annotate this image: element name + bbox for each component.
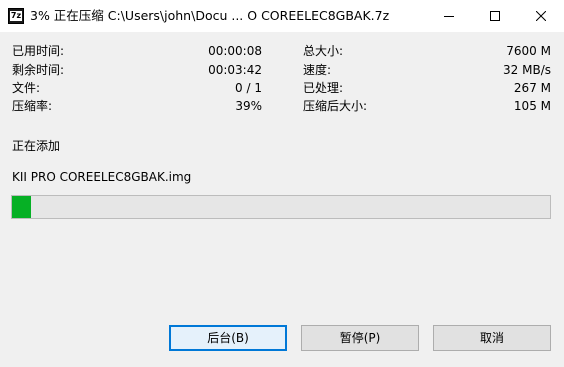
files-row: 文件: 0 / 1 xyxy=(12,80,262,97)
files-value: 0 / 1 xyxy=(235,81,262,95)
compression-ratio-row: 压缩率: 39% xyxy=(12,98,262,115)
current-file-name: KII PRO COREELEC8GBAK.img xyxy=(12,170,192,184)
minimize-icon xyxy=(444,16,454,17)
total-size-value: 7600 M xyxy=(506,44,551,58)
compressed-size-value: 105 M xyxy=(513,99,551,113)
files-label: 文件: xyxy=(12,81,41,95)
pause-button[interactable]: 暂停(P) xyxy=(301,325,419,351)
7zip-app-icon[interactable]: 7z xyxy=(8,8,24,24)
compression-ratio-value: 39% xyxy=(235,99,262,113)
processed-label: 已处理: xyxy=(303,81,344,95)
compress-progress-window: 7z 3% 正在压缩 C:\Users\john\Docu ... O CORE… xyxy=(0,0,564,367)
window-title: 3% 正在压缩 C:\Users\john\Docu ... O COREELE… xyxy=(30,8,390,23)
progress-bar-fill xyxy=(12,196,31,218)
progress-bar xyxy=(11,195,551,219)
background-button[interactable]: 后台(B) xyxy=(169,325,287,351)
close-icon xyxy=(536,11,546,21)
close-button[interactable] xyxy=(518,0,564,32)
maximize-button[interactable] xyxy=(472,0,518,32)
maximize-icon xyxy=(490,11,500,21)
remaining-time-label: 剩余时间: xyxy=(12,63,65,77)
processed-value: 267 M xyxy=(513,81,551,95)
title-bar[interactable]: 7z 3% 正在压缩 C:\Users\john\Docu ... O CORE… xyxy=(0,0,564,32)
elapsed-time-label: 已用时间: xyxy=(12,44,65,58)
minimize-button[interactable] xyxy=(426,0,472,32)
total-size-row: 总大小: 7600 M xyxy=(303,43,551,60)
remaining-time-row: 剩余时间: 00:03:42 xyxy=(12,62,262,79)
total-size-label: 总大小: xyxy=(303,44,344,58)
speed-row: 速度: 32 MB/s xyxy=(303,62,551,79)
compressed-size-label: 压缩后大小: xyxy=(303,99,368,113)
speed-value: 32 MB/s xyxy=(503,63,551,77)
speed-label: 速度: xyxy=(303,63,332,77)
cancel-button[interactable]: 取消 xyxy=(433,325,551,351)
elapsed-time-value: 00:00:08 xyxy=(208,44,262,58)
remaining-time-value: 00:03:42 xyxy=(208,63,262,77)
current-action-label: 正在添加 xyxy=(12,139,61,153)
processed-row: 已处理: 267 M xyxy=(303,80,551,97)
elapsed-time-row: 已用时间: 00:00:08 xyxy=(12,43,262,60)
compression-ratio-label: 压缩率: xyxy=(12,99,53,113)
compressed-size-row: 压缩后大小: 105 M xyxy=(303,98,551,115)
